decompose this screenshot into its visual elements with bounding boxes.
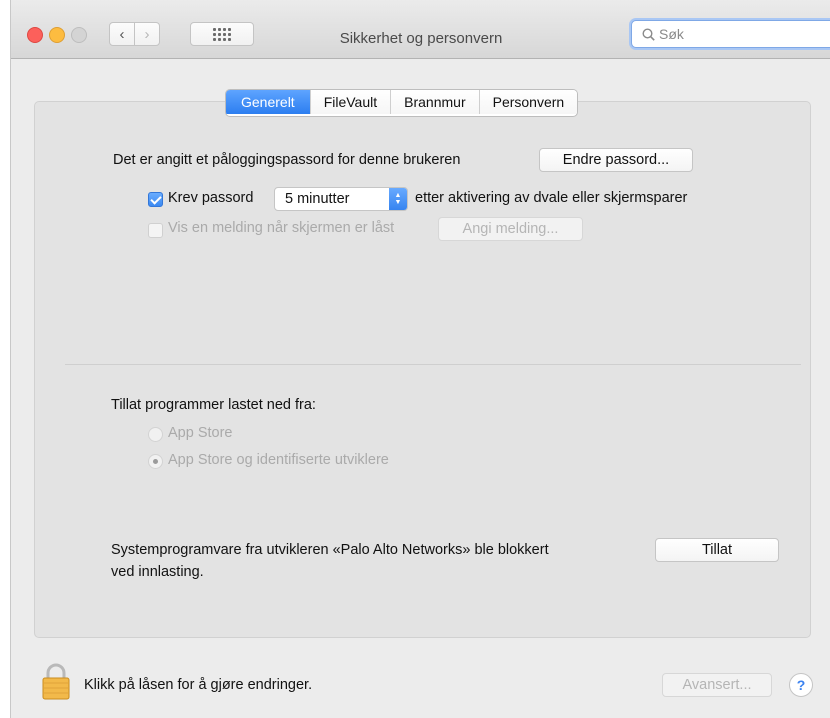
search-icon <box>642 27 655 41</box>
search-field[interactable]: Søk <box>631 20 830 48</box>
show-message-checkbox[interactable] <box>148 223 163 238</box>
password-delay-select[interactable]: 5 minutter ▲ ▼ <box>274 187 408 211</box>
tab-filevault[interactable]: FileVault <box>309 90 391 114</box>
tab-bar: Generelt FileVault Brannmur Personvern <box>225 89 579 117</box>
radio-app-store[interactable] <box>148 427 163 442</box>
blocked-message-line2: ved innlasting. <box>111 564 204 580</box>
advanced-button[interactable]: Avansert... <box>662 673 772 697</box>
allow-button[interactable]: Tillat <box>655 538 779 562</box>
radio-app-store-label: App Store <box>168 425 233 441</box>
set-message-button[interactable]: Angi melding... <box>438 217 583 241</box>
lock-hint-text: Klikk på låsen for å gjøre endringer. <box>84 677 313 693</box>
tab-brannmur[interactable]: Brannmur <box>390 90 479 114</box>
password-info-text: Det er angitt et påloggingspassord for d… <box>113 152 461 168</box>
title-bar: ‹ › Sikkerhet og personvern Søk <box>11 0 830 59</box>
show-message-label: Vis en melding når skjermen er låst <box>168 220 395 236</box>
blocked-message-line1: Systemprogramvare fra utvikleren «Palo A… <box>111 542 549 558</box>
lock-icon[interactable] <box>41 663 71 701</box>
require-password-label: Krev passord <box>168 190 254 206</box>
require-password-suffix: etter aktivering av dvale eller skjermsp… <box>415 190 688 206</box>
change-password-button[interactable]: Endre passord... <box>539 148 693 172</box>
radio-app-store-identified-label: App Store og identifiserte utviklere <box>168 452 389 468</box>
section-divider <box>65 364 801 365</box>
password-delay-value: 5 minutter <box>285 191 350 207</box>
stepper-arrows-icon: ▲ ▼ <box>389 188 407 210</box>
require-password-checkbox[interactable] <box>148 192 163 207</box>
radio-app-store-identified[interactable] <box>148 454 163 469</box>
search-placeholder: Søk <box>659 26 684 42</box>
downloads-heading: Tillat programmer lastet ned fra: <box>111 397 316 413</box>
preferences-window: ‹ › Sikkerhet og personvern Søk Generelt… <box>10 0 830 718</box>
help-button[interactable]: ? <box>789 673 813 697</box>
tab-personvern[interactable]: Personvern <box>478 90 578 114</box>
general-panel: Det er angitt et påloggingspassord for d… <box>34 101 811 638</box>
tab-generelt[interactable]: Generelt <box>226 90 310 114</box>
